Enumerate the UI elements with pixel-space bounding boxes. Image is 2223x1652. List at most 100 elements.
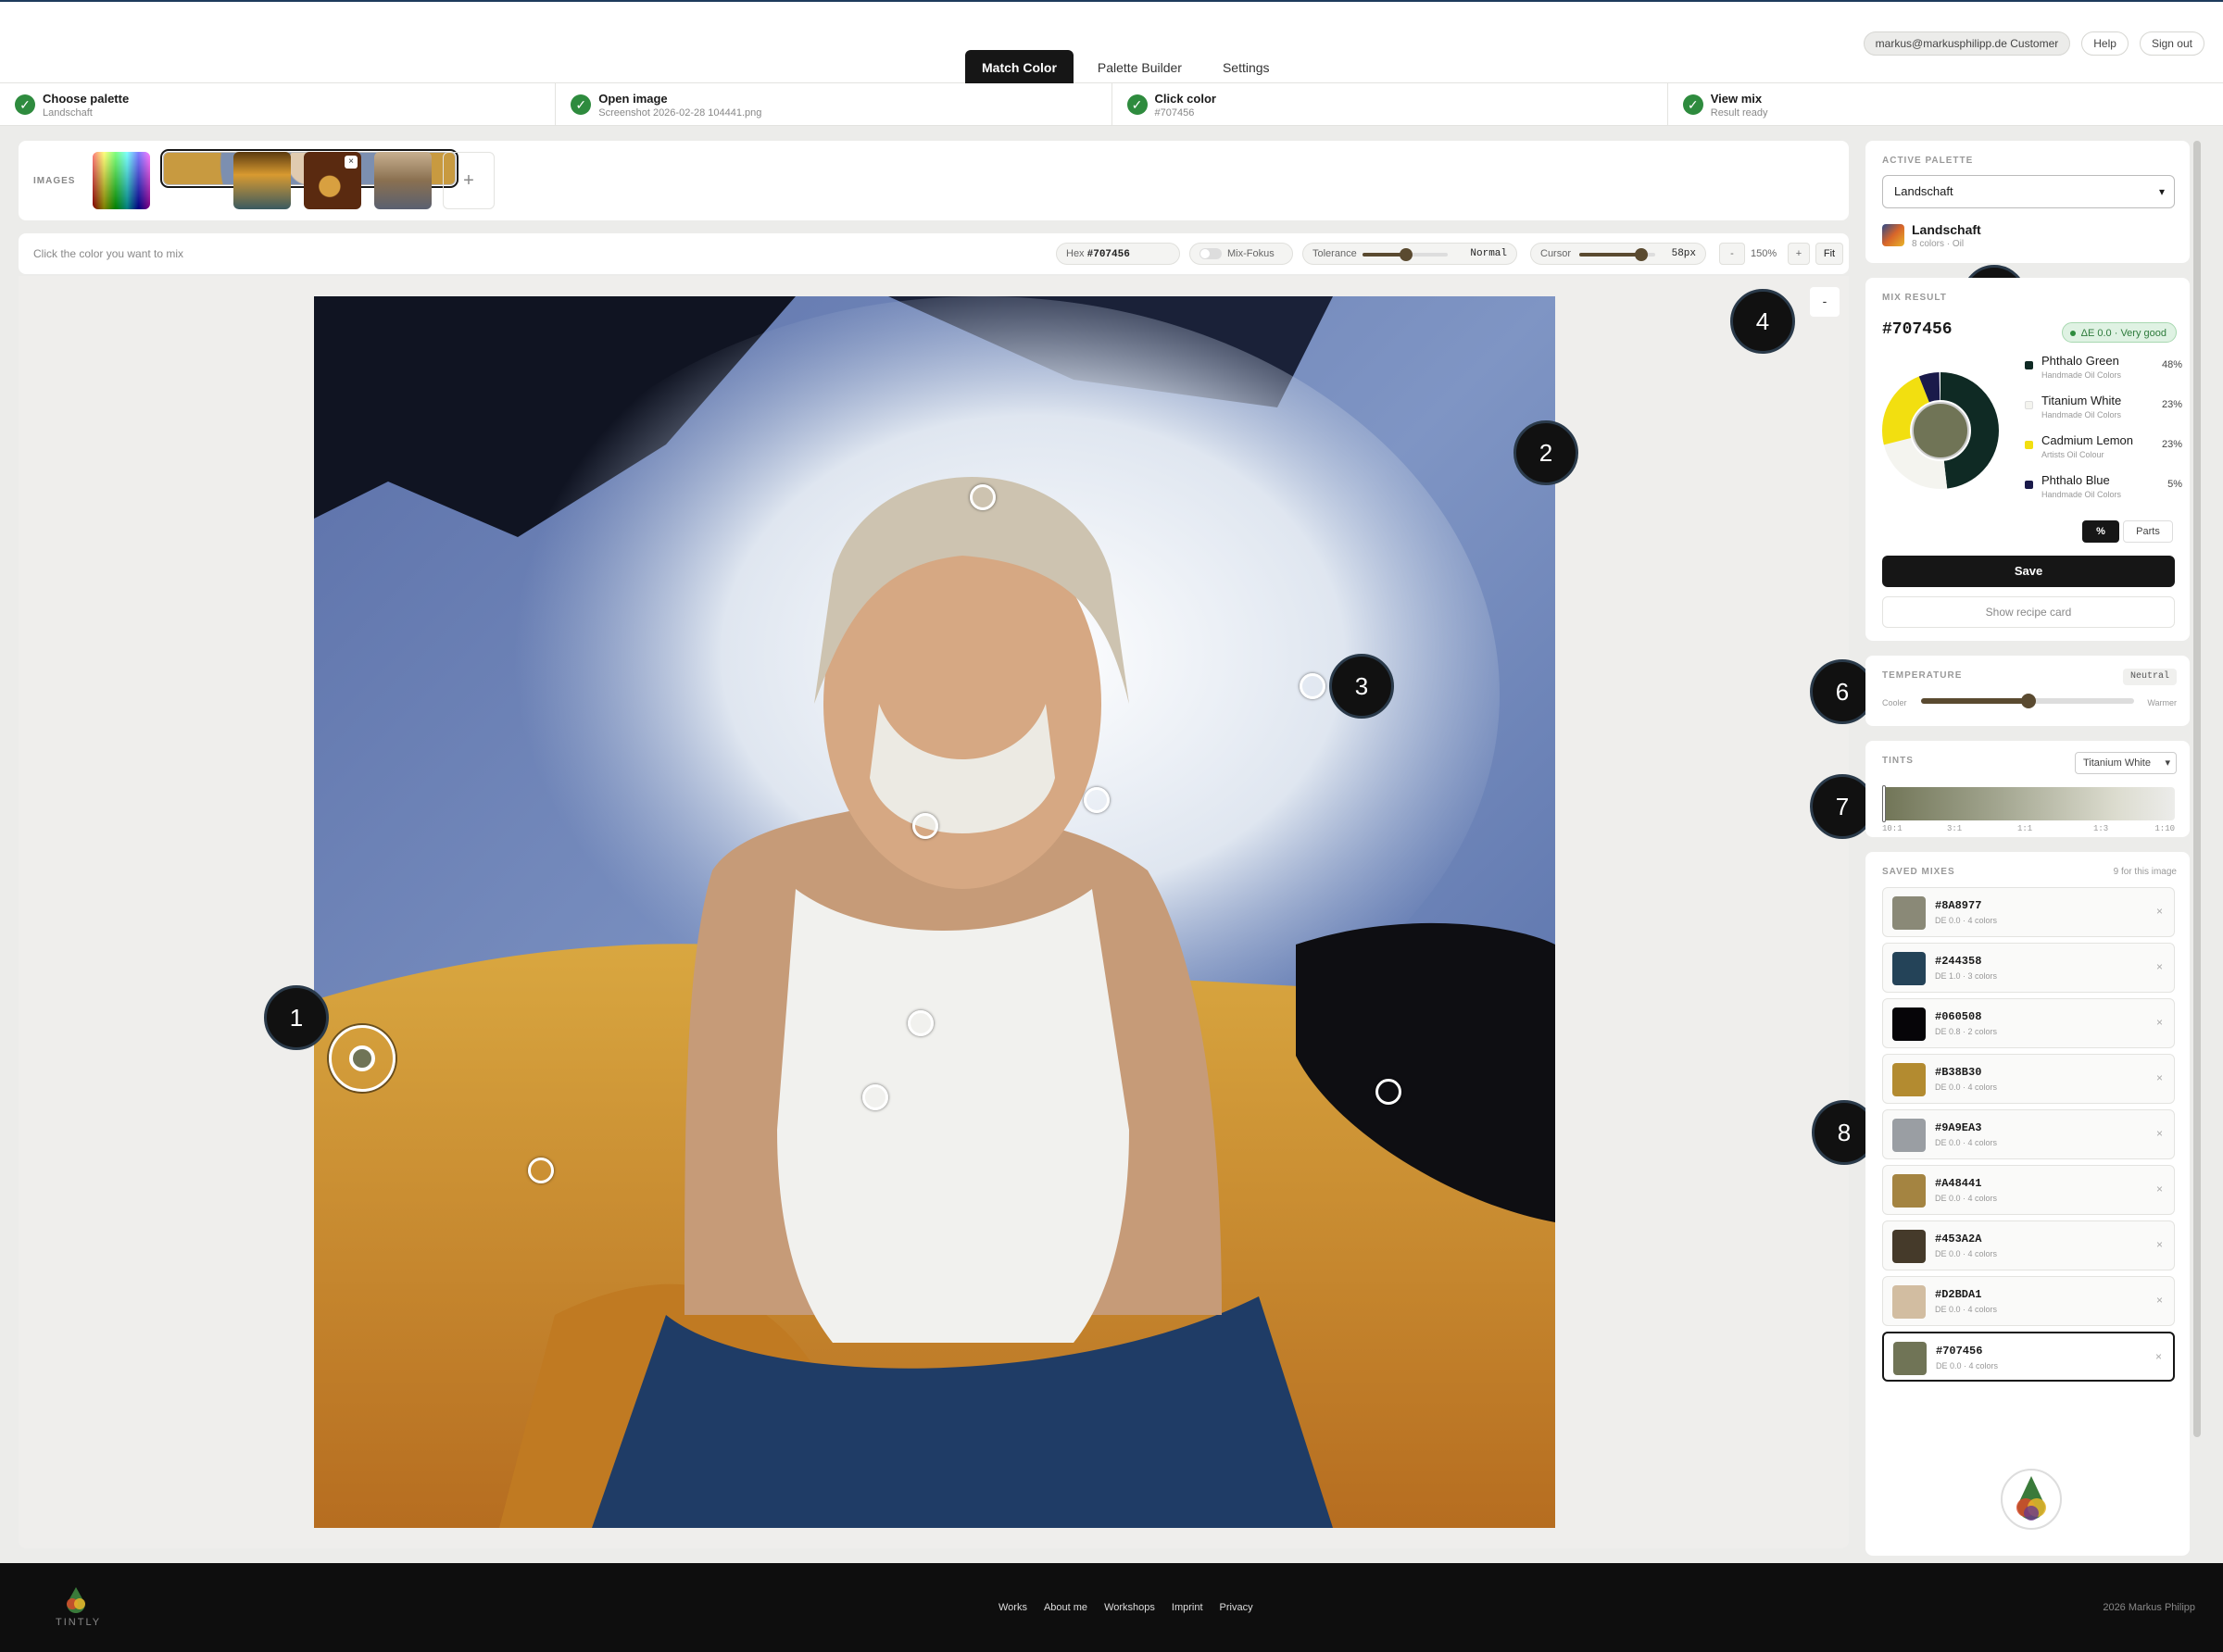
image-thumbnail-building[interactable] (374, 152, 432, 209)
close-icon[interactable]: × (2156, 1238, 2163, 1251)
saved-mix-hex: #9A9EA3 (1935, 1121, 1982, 1134)
sample-marker[interactable] (912, 813, 938, 839)
saved-mix-row[interactable]: #D2BDA1 DE 0.0 · 4 colors × (1882, 1276, 2175, 1326)
saved-mix-row[interactable]: #8A8977 DE 0.0 · 4 colors × (1882, 887, 2175, 937)
saved-mix-row[interactable]: #060508 DE 0.8 · 2 colors × (1882, 998, 2175, 1048)
tint-base-value: Titanium White (2083, 757, 2151, 769)
brand-logo-icon (2001, 1469, 2062, 1530)
percent-toggle[interactable]: % (2082, 520, 2119, 543)
hex-label: Hex (1066, 248, 1085, 259)
saved-mix-row[interactable]: #453A2A DE 0.0 · 4 colors × (1882, 1220, 2175, 1270)
tolerance-value: Normal (1470, 248, 1507, 259)
sample-marker[interactable] (970, 484, 996, 510)
saved-mix-hex: #707456 (1936, 1345, 1983, 1358)
add-image-button[interactable]: + (443, 152, 495, 209)
painting-image[interactable] (314, 296, 1555, 1528)
zoom-in-button[interactable]: + (1788, 243, 1810, 265)
saved-mix-row[interactable]: #B38B30 DE 0.0 · 4 colors × (1882, 1054, 2175, 1104)
saved-mix-row[interactable]: #9A9EA3 DE 0.0 · 4 colors × (1882, 1109, 2175, 1159)
close-icon[interactable]: × (2156, 905, 2163, 918)
footer-link-workshops[interactable]: Workshops (1104, 1602, 1155, 1613)
tab-settings[interactable]: Settings (1206, 50, 1287, 85)
close-icon[interactable]: × (2156, 1183, 2163, 1195)
collapse-panel-button[interactable]: - (1810, 287, 1840, 317)
close-icon[interactable]: × (2156, 1016, 2163, 1029)
tint-tick: 3:1 (1947, 824, 1963, 833)
image-thumbnail-color-wheel[interactable] (93, 152, 150, 209)
paint-brand: Handmade Oil Colors (2041, 490, 2122, 499)
image-thumbnail-still-life[interactable]: × (304, 152, 361, 209)
help-button[interactable]: Help (2081, 31, 2129, 56)
footer-links: Works About me Workshops Imprint Privacy (998, 1602, 1253, 1613)
toggle-switch[interactable] (1199, 248, 1222, 259)
saved-mix-row[interactable]: #A48441 DE 0.0 · 4 colors × (1882, 1165, 2175, 1215)
close-icon[interactable]: × (2155, 1350, 2162, 1363)
active-palette-label: ACTIVE PALETTE (1882, 156, 1974, 166)
close-icon[interactable]: × (2156, 1071, 2163, 1084)
palette-meta: 8 colors · Oil (1912, 239, 1965, 249)
save-button[interactable]: Save (1882, 556, 2175, 587)
hex-value: #707456 (1086, 249, 1130, 260)
tint-tick: 10:1 (1882, 824, 1903, 833)
mix-hex: #707456 (1882, 320, 1953, 339)
palette-select[interactable]: Landschaft ▾ (1882, 175, 2175, 208)
step-view-mix[interactable]: ✓ View mix Result ready (1668, 83, 2223, 125)
sample-marker[interactable] (1084, 787, 1110, 813)
temperature-card: TEMPERATURE Neutral Cooler Warmer (1865, 656, 2190, 726)
paint-percent: 23% (2161, 399, 2182, 410)
tint-handle[interactable] (1882, 785, 1886, 822)
crosshair-cursor (329, 1025, 396, 1092)
tab-palette-builder[interactable]: Palette Builder (1081, 50, 1199, 85)
sample-marker[interactable] (908, 1010, 934, 1036)
callout-3: 3 (1329, 654, 1394, 719)
saved-mix-hex: #8A8977 (1935, 899, 1982, 912)
palette-swatch-icon (1882, 224, 1904, 246)
sign-out-button[interactable]: Sign out (2139, 31, 2204, 56)
show-recipe-card-button[interactable]: Show recipe card (1882, 596, 2175, 628)
sample-marker[interactable] (862, 1084, 888, 1110)
copyright: 2026 Markus Philipp (2103, 1602, 2195, 1613)
saved-mix-row[interactable]: #244358 DE 1.0 · 3 colors × (1882, 943, 2175, 993)
close-icon[interactable]: × (2156, 1294, 2163, 1307)
remove-image-icon[interactable]: × (345, 156, 358, 169)
footer-link-privacy[interactable]: Privacy (1220, 1602, 1253, 1613)
close-icon[interactable]: × (2156, 1127, 2163, 1140)
step-open-image[interactable]: ✓ Open image Screenshot 2026-02-28 10444… (556, 83, 1112, 125)
sample-marker[interactable] (528, 1158, 554, 1183)
sample-marker[interactable] (1300, 673, 1325, 699)
mix-focus-toggle[interactable]: Mix-Fokus (1189, 243, 1293, 265)
cursor-value: 58px (1671, 248, 1696, 259)
tint-gradient-strip[interactable] (1882, 785, 2175, 822)
tints-card: TINTS Titanium White ▾ 10:1 3:1 1:1 1:3 … (1865, 741, 2190, 837)
footer-link-works[interactable]: Works (998, 1602, 1027, 1613)
temperature-slider[interactable] (1921, 694, 2134, 708)
saved-mix-meta: DE 0.0 · 4 colors (1935, 1249, 1998, 1258)
paint-name: Phthalo Blue (2041, 473, 2110, 487)
sample-marker[interactable] (1375, 1079, 1401, 1105)
account-area: markus@markusphilipp.de Customer Help Si… (1863, 31, 2204, 56)
tab-match-color[interactable]: Match Color (965, 50, 1074, 85)
cursor-size-control: Cursor 58px (1530, 243, 1706, 265)
tint-base-select[interactable]: Titanium White ▾ (2075, 752, 2177, 774)
parts-toggle[interactable]: Parts (2123, 520, 2173, 543)
zoom-out-button[interactable]: - (1719, 243, 1745, 265)
step-choose-palette[interactable]: ✓ Choose palette Landschaft (0, 83, 557, 125)
chevron-down-icon: ▾ (2165, 757, 2170, 769)
fit-button[interactable]: Fit (1815, 243, 1843, 265)
saved-mix-swatch (1892, 952, 1926, 985)
step-subtitle: Landschaft (43, 107, 93, 119)
saved-mix-row[interactable]: #707456 DE 0.0 · 4 colors × (1882, 1332, 2175, 1382)
paint-percent: 48% (2161, 359, 2182, 370)
scrollbar[interactable] (2193, 141, 2201, 1437)
image-thumbnail-autumn[interactable] (233, 152, 291, 209)
account-badge[interactable]: markus@markusphilipp.de Customer (1863, 31, 2071, 56)
footer-link-imprint[interactable]: Imprint (1172, 1602, 1203, 1613)
close-icon[interactable]: × (2156, 960, 2163, 973)
paint-brand: Handmade Oil Colors (2041, 410, 2122, 419)
tolerance-slider[interactable] (1363, 248, 1448, 261)
hex-field[interactable]: Hex #707456 (1056, 243, 1180, 265)
step-click-color[interactable]: ✓ Click color #707456 (1112, 83, 1668, 125)
cursor-slider[interactable] (1579, 248, 1655, 261)
footer-link-about[interactable]: About me (1044, 1602, 1087, 1613)
recipe-row: Phthalo Green Handmade Oil Colors 48% (2025, 354, 2182, 391)
